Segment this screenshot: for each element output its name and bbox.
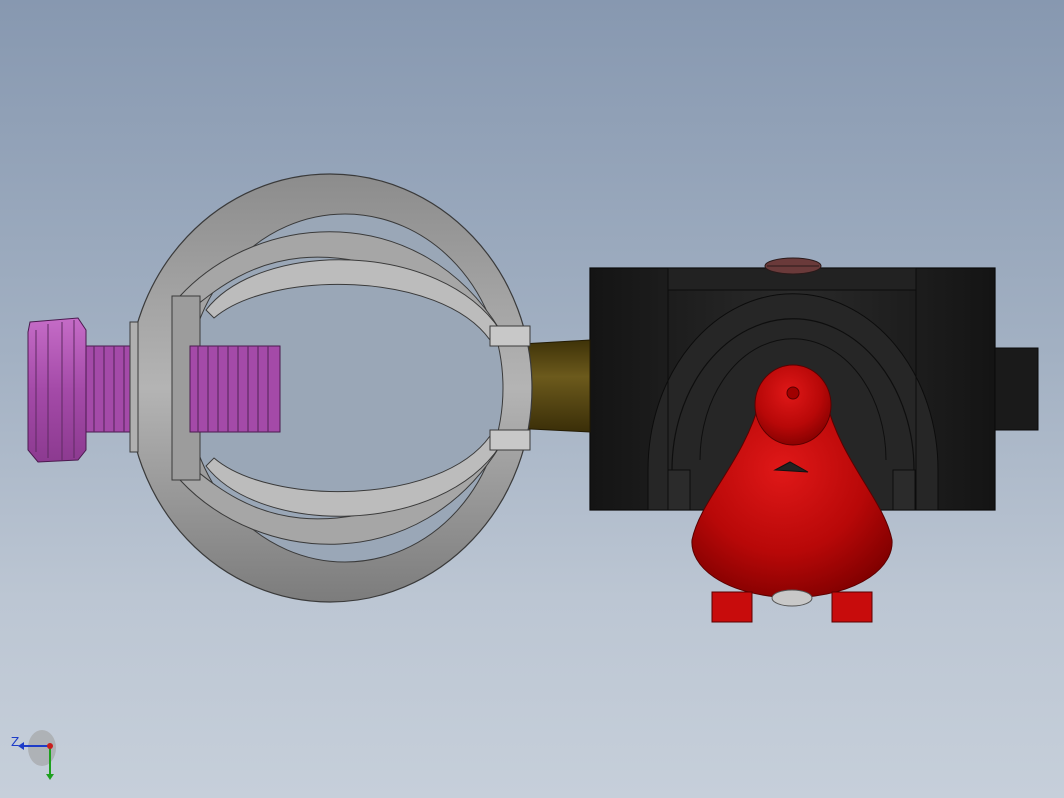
- graphics-viewport[interactable]: Z: [0, 0, 1064, 798]
- z-axis-label: Z: [11, 735, 19, 749]
- cad-model-view[interactable]: [0, 0, 1064, 798]
- y-axis-arrow: [46, 774, 54, 780]
- x-axis-point: [47, 743, 53, 749]
- ring-clamp[interactable]: [127, 173, 533, 603]
- orientation-triad: Z: [11, 730, 56, 780]
